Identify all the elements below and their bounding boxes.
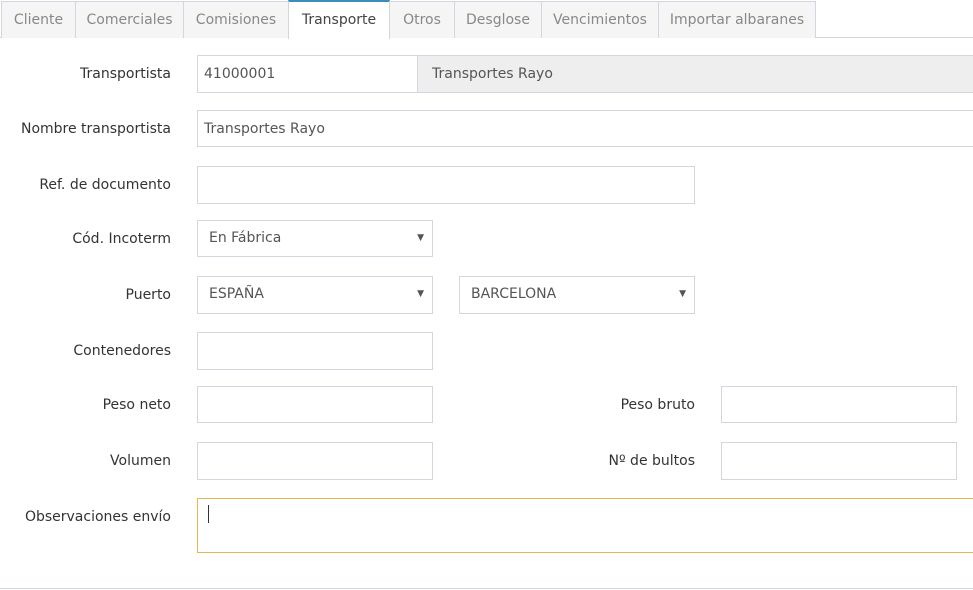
nombre-transportista-value: Transportes Rayo [204, 121, 325, 137]
peso-neto-label: Peso neto [102, 397, 171, 413]
tab-cliente[interactable]: Cliente [1, 1, 76, 38]
ref-documento-label: Ref. de documento [39, 177, 171, 193]
tab-transporte[interactable]: Transporte [288, 0, 390, 39]
observaciones-envio-textarea[interactable] [197, 498, 973, 553]
tab-bar: Cliente Comerciales Comisiones Transport… [0, 0, 973, 39]
volumen-label: Volumen [110, 453, 171, 469]
tab-comerciales[interactable]: Comerciales [75, 1, 184, 38]
transportista-code-input[interactable]: 41000001 [197, 55, 418, 93]
contenedores-label: Contenedores [73, 343, 171, 359]
volumen-input[interactable] [197, 442, 433, 480]
peso-bruto-label: Peso bruto [620, 397, 695, 413]
ref-documento-input[interactable] [197, 166, 695, 204]
tab-comisiones[interactable]: Comisiones [183, 1, 289, 38]
puerto-port-selected: BARCELONA [471, 286, 557, 302]
puerto-label: Puerto [125, 287, 172, 303]
text-cursor [208, 505, 209, 523]
transportista-label: Transportista [80, 66, 171, 82]
cod-incoterm-selected: En Fábrica [209, 230, 282, 246]
num-bultos-label: Nº de bultos [608, 453, 695, 469]
puerto-country-select[interactable]: ESPAÑA ▼ [197, 276, 433, 314]
nombre-transportista-label: Nombre transportista [20, 121, 171, 137]
observaciones-envio-label: Observaciones envío [24, 509, 171, 525]
peso-neto-input[interactable] [197, 386, 433, 423]
peso-bruto-input[interactable] [721, 386, 957, 423]
num-bultos-input[interactable] [721, 442, 957, 480]
chevron-down-icon: ▼ [417, 233, 424, 243]
contenedores-input[interactable] [197, 332, 433, 370]
tab-desglose[interactable]: Desglose [454, 1, 542, 38]
transportista-name-display: Transportes Rayo [417, 55, 973, 93]
bottom-divider [0, 588, 973, 589]
transportista-code-value: 41000001 [204, 66, 276, 82]
tab-vencimientos[interactable]: Vencimientos [541, 1, 659, 38]
transportista-name-value: Transportes Rayo [432, 66, 553, 82]
cod-incoterm-label: Cód. Incoterm [72, 231, 171, 247]
tab-importar-albaranes[interactable]: Importar albaranes [658, 1, 816, 38]
tab-otros[interactable]: Otros [389, 1, 455, 38]
puerto-country-selected: ESPAÑA [209, 286, 264, 302]
cod-incoterm-select[interactable]: En Fábrica ▼ [197, 220, 433, 257]
puerto-port-select[interactable]: BARCELONA ▼ [459, 276, 695, 314]
chevron-down-icon: ▼ [417, 289, 424, 299]
nombre-transportista-input[interactable]: Transportes Rayo [197, 110, 973, 147]
chevron-down-icon: ▼ [679, 289, 686, 299]
